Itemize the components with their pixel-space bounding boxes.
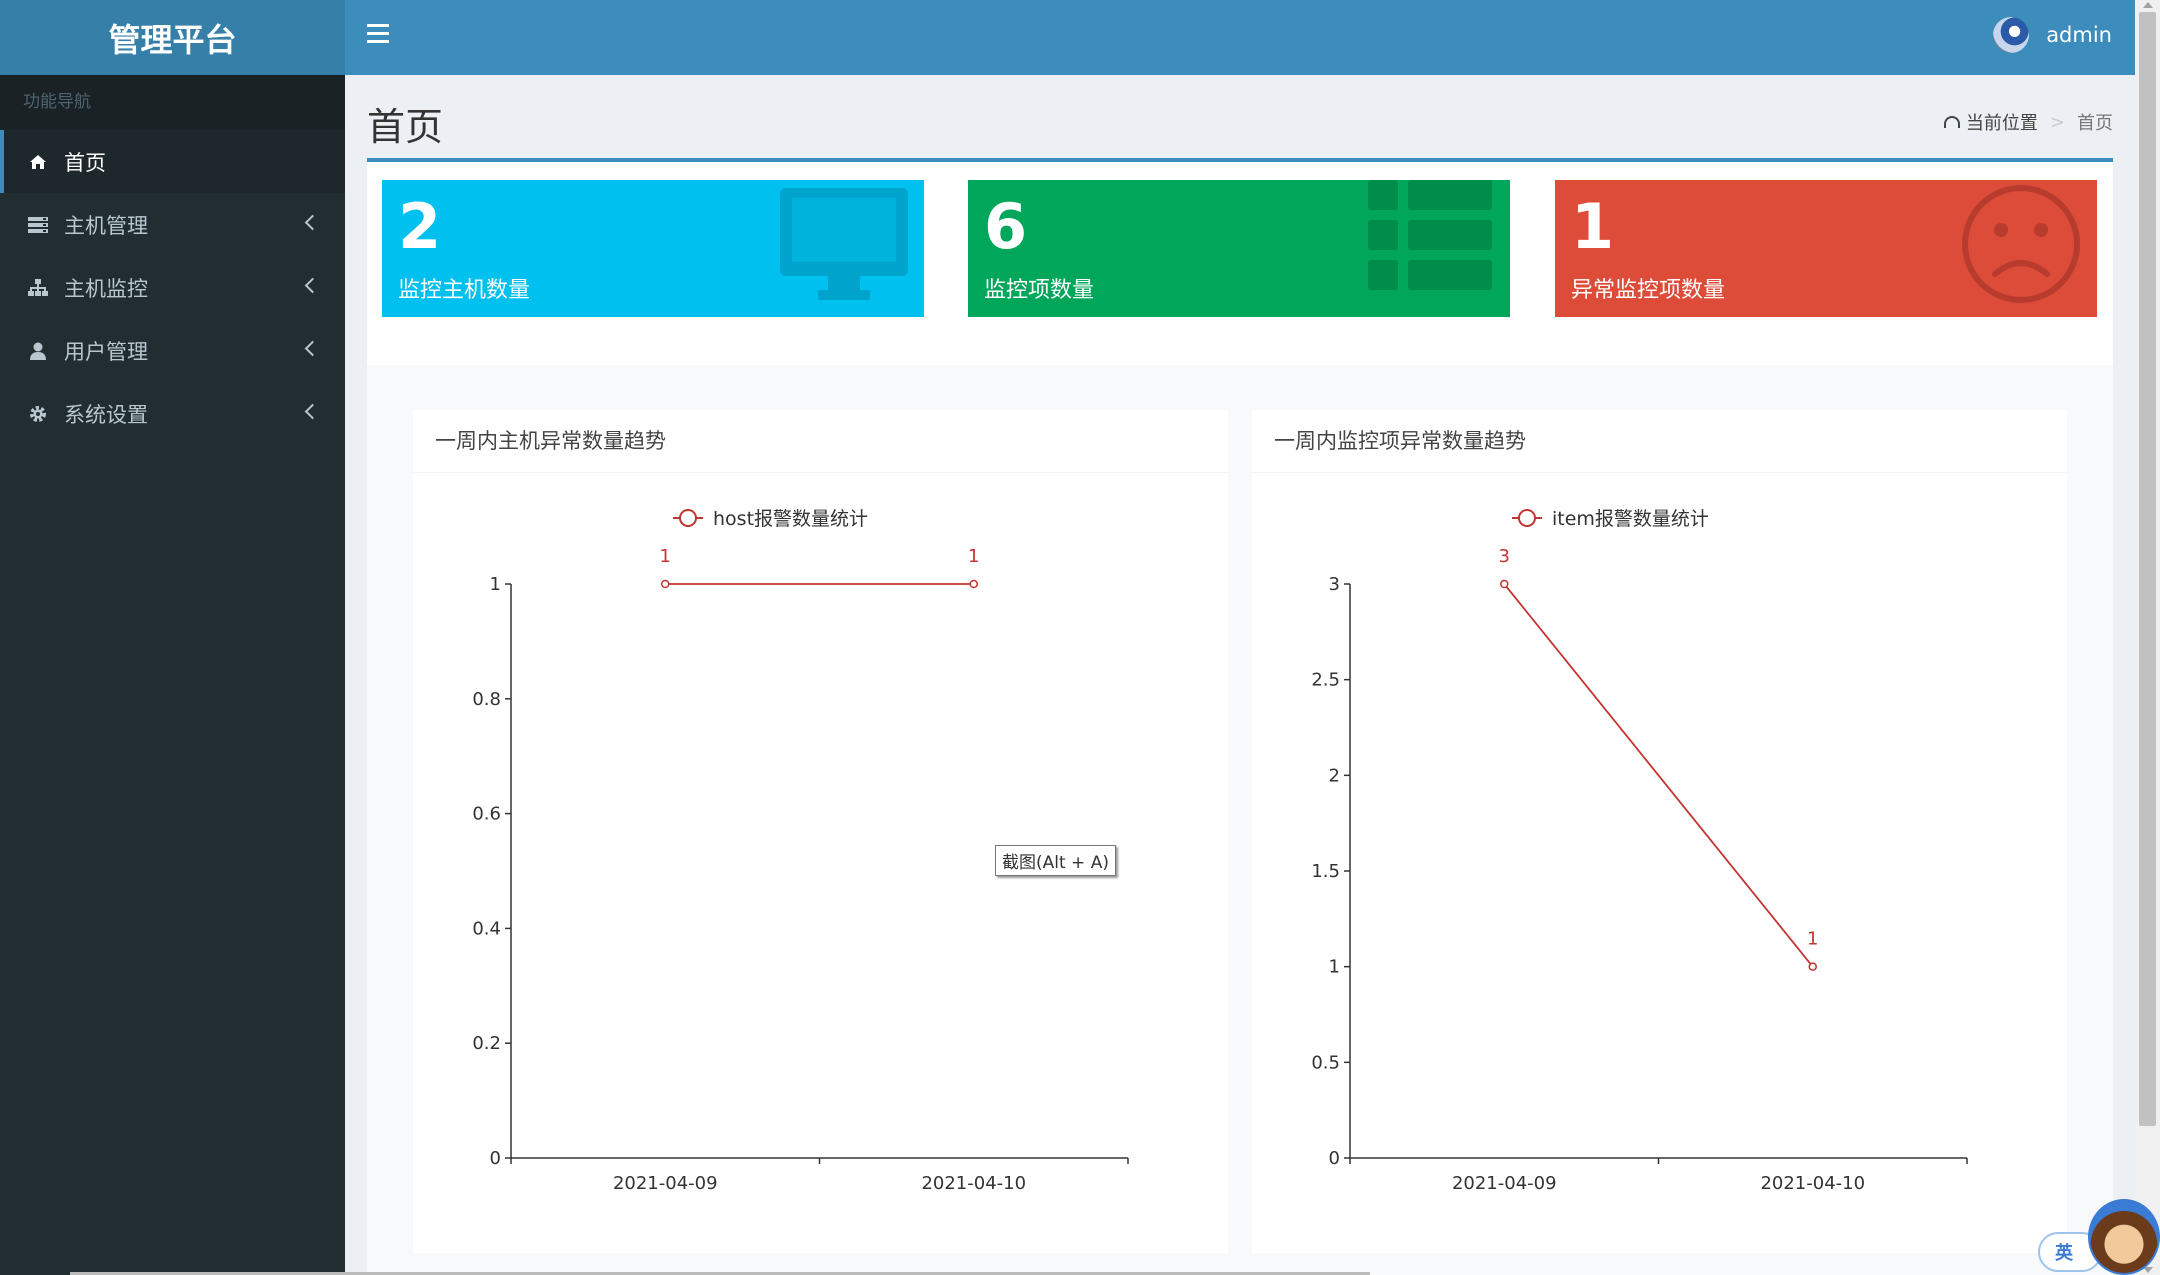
- chart-legend: item报警数量统计: [1512, 508, 1709, 530]
- sidebar-item-system-settings[interactable]: 系统设置: [0, 382, 345, 445]
- main-content-box: 2 监控主机数量 6 监控项数量 1 异常监控项数量 一周内主机异常数量趋势 h…: [367, 158, 2113, 1275]
- app-logo[interactable]: 管理平台: [0, 0, 345, 75]
- home-icon: [27, 152, 49, 172]
- dashboard-icon: [1943, 116, 1960, 128]
- gear-icon: [27, 404, 49, 424]
- sidebar-header: 功能导航: [0, 75, 345, 130]
- sidebar-item-user-management[interactable]: 用户管理: [0, 319, 345, 382]
- x-tick-label: 2021-04-09: [613, 1173, 718, 1194]
- screenshot-tooltip: 截图(Alt + A): [995, 845, 1116, 876]
- scrollbar-thumb[interactable]: [2139, 12, 2156, 1126]
- stat-value: 6: [984, 190, 1028, 263]
- page-scrollbar[interactable]: [2135, 0, 2160, 1275]
- y-tick-label: 0.6: [472, 804, 501, 825]
- y-tick-label: 0.5: [1311, 1052, 1340, 1073]
- stat-label: 监控项数量: [984, 278, 1095, 303]
- y-tick-label: 2.5: [1311, 670, 1340, 691]
- stat-value: 2: [398, 190, 442, 263]
- menu-toggle-icon[interactable]: [367, 24, 389, 48]
- desktop-icon: [778, 186, 910, 310]
- sidebar-item-host-monitoring[interactable]: 主机监控: [0, 256, 345, 319]
- chevron-left-icon: [304, 340, 321, 357]
- sidebar-item-label: 首页: [64, 150, 106, 175]
- top-navbar: admin: [345, 0, 2135, 75]
- item-trend-chart[interactable]: item报警数量统计 0 0.5 1 1.5 2 2.5 3 2021-04-09 2021-04…: [1252, 473, 2067, 1253]
- stat-card-abnormal[interactable]: 1 异常监控项数量: [1555, 180, 2097, 317]
- assistant-avatar[interactable]: [2088, 1199, 2160, 1275]
- sidebar-item-home[interactable]: 首页: [0, 130, 345, 193]
- stats-strip: 2 监控主机数量 6 监控项数量 1 异常监控项数量: [367, 162, 2113, 365]
- legend-label: item报警数量统计: [1552, 508, 1709, 530]
- page-title: 首页: [367, 105, 444, 149]
- chevron-left-icon: [304, 214, 321, 231]
- data-label: 1: [1807, 929, 1818, 950]
- data-point: [1500, 579, 1509, 589]
- y-tick-label: 1: [1329, 957, 1340, 978]
- sitemap-icon: [27, 278, 49, 298]
- server-icon: [27, 215, 49, 235]
- data-point: [661, 579, 670, 589]
- x-tick-label: 2021-04-10: [921, 1173, 1026, 1194]
- breadcrumb-label[interactable]: 当前位置: [1966, 109, 2038, 135]
- sidebar-item-label: 用户管理: [64, 339, 148, 364]
- breadcrumb: 当前位置 > 首页: [1943, 109, 2113, 135]
- frown-icon: [1959, 182, 2083, 310]
- legend-label: host报警数量统计: [713, 508, 868, 530]
- chart-title: 一周内主机异常数量趋势: [413, 410, 1228, 473]
- stat-label: 监控主机数量: [398, 278, 531, 303]
- stat-value: 1: [1571, 190, 1615, 263]
- series-line: [1503, 583, 1814, 968]
- legend-marker: [1518, 509, 1536, 527]
- stat-card-hosts[interactable]: 2 监控主机数量: [382, 180, 924, 317]
- chart-legend: host报警数量统计: [673, 508, 868, 530]
- sidebar: 功能导航 首页 主机管理 主机监控 用户管理 系统设置: [0, 75, 345, 1275]
- scroll-up-arrow-icon[interactable]: [2143, 2, 2153, 8]
- x-tick-label: 2021-04-09: [1452, 1173, 1557, 1194]
- host-trend-chart-box: 一周内主机异常数量趋势 host报警数量统计 0 0.2 0.4 0.6 0.8 1 2021…: [413, 410, 1228, 1253]
- chevron-left-icon: [304, 277, 321, 294]
- data-point: [969, 579, 978, 589]
- data-point: [1808, 962, 1817, 971]
- y-tick-label: 0.4: [472, 918, 501, 939]
- data-label: 1: [660, 546, 671, 567]
- chart-title: 一周内监控项异常数量趋势: [1252, 410, 2067, 473]
- sidebar-item-host-management[interactable]: 主机管理: [0, 193, 345, 256]
- sidebar-item-label: 系统设置: [64, 402, 148, 427]
- y-tick-label: 0: [490, 1148, 501, 1169]
- y-tick-label: 3: [1329, 574, 1340, 595]
- user-menu[interactable]: admin: [1993, 17, 2112, 53]
- item-trend-chart-box: 一周内监控项异常数量趋势 item报警数量统计 0 0.5 1 1.5 2 2.5 3 2021…: [1252, 410, 2067, 1253]
- username: admin: [2046, 23, 2112, 47]
- data-label: 1: [968, 546, 979, 567]
- user-icon: [27, 341, 49, 361]
- sidebar-item-label: 主机管理: [64, 213, 148, 238]
- chevron-left-icon: [304, 403, 321, 420]
- sidebar-item-label: 主机监控: [64, 276, 148, 301]
- x-tick-label: 2021-04-10: [1760, 1173, 1865, 1194]
- breadcrumb-current: 首页: [2077, 113, 2113, 134]
- stat-label: 异常监控项数量: [1571, 278, 1726, 303]
- y-tick-label: 0.2: [472, 1033, 501, 1054]
- y-tick-label: 2: [1329, 765, 1340, 786]
- y-tick-label: 1: [490, 574, 501, 595]
- data-label: 3: [1499, 546, 1510, 567]
- legend-marker: [679, 509, 697, 527]
- avatar: [1993, 17, 2030, 53]
- y-tick-label: 0.8: [472, 689, 501, 710]
- table-icon: [1368, 180, 1492, 296]
- y-tick-label: 1.5: [1311, 861, 1340, 882]
- breadcrumb-separator: >: [2049, 111, 2065, 133]
- y-tick-label: 0: [1329, 1148, 1340, 1169]
- stat-card-items[interactable]: 6 监控项数量: [968, 180, 1510, 317]
